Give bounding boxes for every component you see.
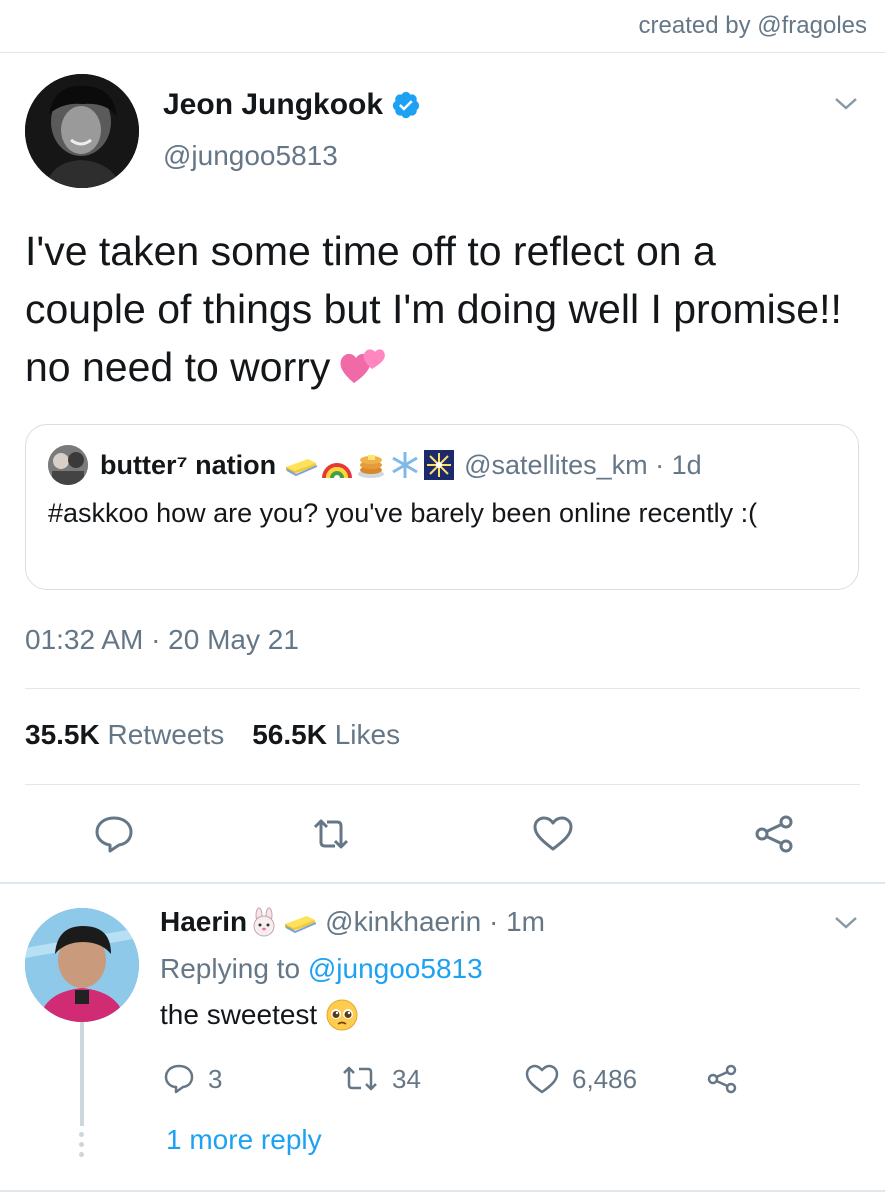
header-divider bbox=[0, 52, 885, 53]
retweet-count: 34 bbox=[392, 1063, 421, 1094]
retweet-action[interactable]: 34 bbox=[340, 1062, 421, 1096]
more-replies-link[interactable]: 1 more reply bbox=[166, 1124, 322, 1156]
bottom-divider bbox=[0, 1190, 885, 1192]
reply-author-name[interactable]: Haerin bbox=[160, 906, 247, 938]
replying-to-handle-link[interactable]: @jungoo5813 bbox=[308, 953, 483, 984]
pleading-face-emoji-icon bbox=[326, 999, 358, 1031]
share-icon bbox=[707, 1064, 737, 1094]
like-action[interactable]: 6,486 bbox=[524, 1062, 637, 1096]
tweet-text-body: I've taken some time off to reflect on a… bbox=[25, 228, 842, 390]
divider bbox=[25, 784, 860, 785]
reply-text-body: the sweetest bbox=[160, 999, 318, 1030]
pancakes-emoji-icon bbox=[358, 455, 385, 478]
butter-emoji-icon bbox=[285, 916, 317, 934]
author-handle[interactable]: @jungoo5813 bbox=[163, 140, 338, 172]
retweets-stat[interactable]: 35.5K Retweets bbox=[25, 719, 224, 751]
tweet-text: I've taken some time off to reflect on a… bbox=[25, 222, 845, 396]
chevron-down-icon[interactable] bbox=[833, 94, 859, 114]
quoted-author-name: butter⁷ nation bbox=[100, 449, 277, 480]
likes-count: 56.5K bbox=[252, 719, 327, 750]
like-heart-icon bbox=[525, 1064, 559, 1094]
divider bbox=[25, 688, 860, 689]
like-count: 6,486 bbox=[572, 1063, 638, 1094]
share-icon[interactable] bbox=[752, 812, 796, 856]
tweet-timestamp[interactable]: 01:32 AM · 20 May 21 bbox=[25, 624, 299, 656]
reply-action[interactable]: 3 bbox=[162, 1062, 222, 1096]
retweet-icon bbox=[343, 1066, 377, 1091]
author-name-text: Jeon Jungkook bbox=[163, 88, 384, 121]
butter-emoji-icon bbox=[286, 459, 318, 477]
tweet-stats: 35.5K Retweets 56.5K Likes bbox=[25, 719, 400, 751]
section-divider bbox=[0, 882, 885, 884]
quoted-name-emojis bbox=[284, 450, 455, 480]
rainbow-emoji-icon bbox=[322, 463, 353, 479]
snowflake-emoji-icon bbox=[392, 452, 418, 478]
reply-author-handle-time[interactable]: @kinkhaerin · 1m bbox=[325, 906, 545, 938]
replying-to-label: Replying to bbox=[160, 953, 301, 984]
likes-stat[interactable]: 56.5K Likes bbox=[252, 719, 400, 751]
thread-connector-line bbox=[80, 1022, 84, 1126]
reply-count: 3 bbox=[208, 1063, 223, 1094]
two-hearts-emoji-icon bbox=[340, 349, 386, 383]
verified-badge-icon bbox=[392, 91, 420, 119]
likes-label: Likes bbox=[334, 719, 401, 750]
reply-icon bbox=[164, 1064, 194, 1094]
replying-to: Replying to @jungoo5813 bbox=[160, 953, 483, 985]
reply-text: the sweetest bbox=[160, 998, 359, 1032]
thread-connector-dots bbox=[79, 1132, 85, 1162]
quoted-author-handle-time: @satellites_km · 1d bbox=[464, 449, 702, 480]
share-action[interactable] bbox=[705, 1062, 739, 1096]
quoted-tweet-text: #askkoo how are you? you've barely been … bbox=[48, 498, 758, 528]
reply-author-avatar[interactable] bbox=[25, 908, 139, 1022]
quoted-author-avatar bbox=[48, 445, 88, 485]
retweets-label: Retweets bbox=[107, 719, 225, 750]
reply-header: Haerin @kinkhaerin · 1m bbox=[160, 906, 545, 938]
credit-text: created by @fragoles bbox=[638, 12, 867, 39]
retweet-icon[interactable] bbox=[309, 812, 353, 856]
sparkler-emoji-icon bbox=[424, 450, 455, 480]
chevron-down-icon[interactable] bbox=[833, 913, 859, 933]
rabbit-face-emoji-icon bbox=[253, 907, 275, 937]
author-name[interactable]: Jeon Jungkook bbox=[163, 88, 421, 122]
author-avatar[interactable] bbox=[25, 74, 139, 188]
reply-icon[interactable] bbox=[92, 812, 136, 856]
like-heart-icon[interactable] bbox=[531, 812, 575, 856]
quoted-tweet-header: butter⁷ nation @satellites_km · 1d bbox=[48, 445, 702, 485]
quoted-tweet-card[interactable]: butter⁷ nation @satellites_km · 1d #askk… bbox=[25, 424, 859, 590]
retweets-count: 35.5K bbox=[25, 719, 100, 750]
